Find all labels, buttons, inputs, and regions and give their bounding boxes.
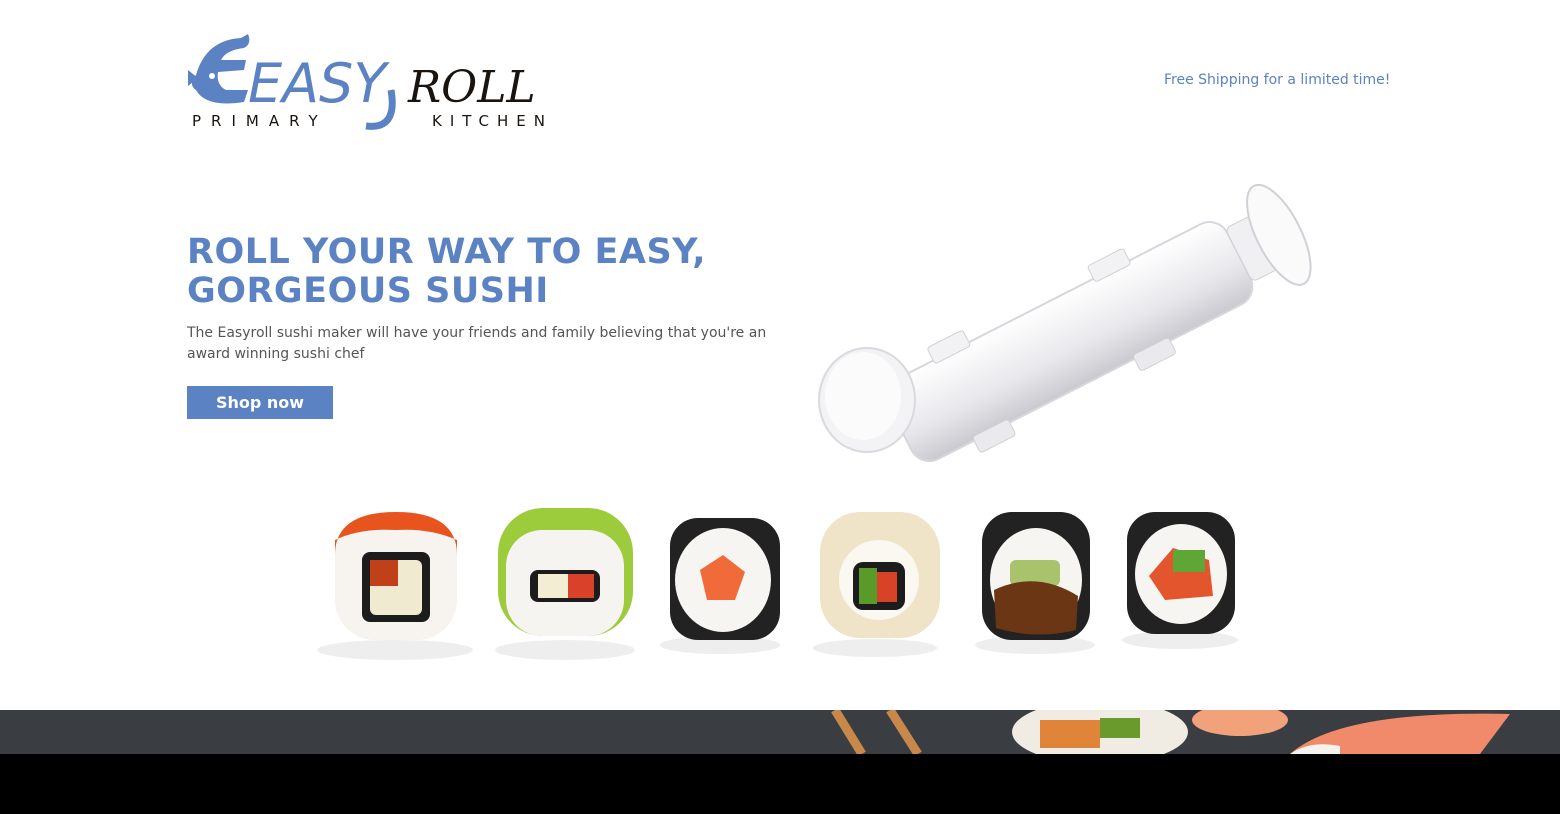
sushi-roll-4	[813, 512, 940, 657]
bottom-black-bar	[0, 754, 1560, 814]
logo-roll-text: ROLL	[407, 62, 536, 113]
logo-tagline-right: KITCHEN	[432, 112, 553, 130]
sushi-roller-product-image	[815, 178, 1355, 478]
hero-description: The Easyroll sushi maker will have your …	[187, 325, 767, 362]
site-header: EASY ROLL PRIMARY KITCHEN Free Shipping …	[0, 0, 1560, 150]
sushi-roll-1	[317, 512, 473, 660]
sushi-rolls-image	[310, 500, 1250, 670]
free-shipping-notice: Free Shipping for a limited time!	[1164, 72, 1391, 88]
sushi-roll-2	[495, 508, 635, 660]
sushi-roll-5	[975, 512, 1095, 654]
shop-now-button[interactable]: Shop now	[187, 386, 333, 419]
hero-title: ROLL YOUR WAY TO EASY, GORGEOUS SUSHI	[187, 232, 707, 311]
logo-tagline-left: PRIMARY	[192, 112, 328, 130]
logo-easy-text: EASY	[248, 52, 390, 115]
sushi-banner-image	[0, 710, 1560, 754]
easyroll-logo[interactable]: EASY ROLL PRIMARY KITCHEN	[186, 30, 606, 132]
sushi-roll-3	[660, 518, 780, 654]
sushi-roll-6	[1122, 512, 1238, 649]
